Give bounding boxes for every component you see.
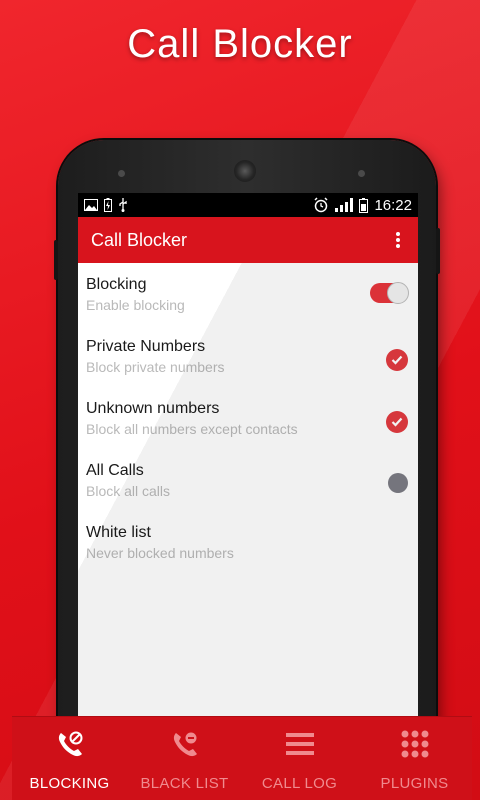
sensor-dot bbox=[118, 170, 125, 177]
alarm-icon bbox=[313, 197, 329, 213]
signal-icon bbox=[335, 198, 354, 212]
status-time: 16:22 bbox=[374, 196, 412, 214]
all-calls-checkbox[interactable] bbox=[388, 473, 408, 493]
app-title: Call Blocker bbox=[91, 229, 188, 250]
list-icon bbox=[285, 727, 314, 761]
setting-private-numbers[interactable]: Private Numbers Block private numbers bbox=[78, 325, 418, 387]
setting-title: White list bbox=[86, 524, 151, 541]
nav-label: CALL LOG bbox=[261, 775, 338, 792]
setting-title: All Calls bbox=[86, 462, 144, 479]
bottom-navigation: BLOCKING BLACK LIST CALL LOG PLUGINS bbox=[12, 716, 472, 800]
nav-label: BLOCKING bbox=[29, 775, 110, 792]
nav-call-log[interactable]: CALL LOG bbox=[242, 717, 357, 800]
app-bar: Call Blocker bbox=[78, 217, 418, 263]
battery-icon bbox=[359, 197, 369, 213]
setting-title: Private Numbers bbox=[86, 338, 206, 355]
promo-title: Call Blocker bbox=[127, 22, 353, 66]
overflow-menu-icon[interactable] bbox=[390, 229, 406, 251]
nav-blocking[interactable]: BLOCKING bbox=[12, 717, 127, 800]
setting-subtitle: Block all numbers except contacts bbox=[86, 421, 298, 437]
phone-screen: 16:22 Call Blocker Blocking Enable block… bbox=[78, 193, 418, 723]
nav-black-list[interactable]: BLACK LIST bbox=[127, 717, 242, 800]
setting-title: Blocking bbox=[86, 276, 147, 293]
setting-white-list[interactable]: White list Never blocked numbers bbox=[78, 511, 418, 573]
setting-blocking[interactable]: Blocking Enable blocking bbox=[78, 263, 418, 325]
setting-subtitle: Never blocked numbers bbox=[86, 545, 234, 561]
settings-list: Blocking Enable blocking Private Numbers… bbox=[78, 263, 418, 723]
phone-minus-icon bbox=[170, 727, 200, 761]
battery-charging-icon bbox=[104, 198, 112, 212]
setting-subtitle: Enable blocking bbox=[86, 297, 185, 313]
power-button bbox=[436, 228, 440, 274]
setting-title: Unknown numbers bbox=[86, 400, 220, 417]
private-numbers-checkbox[interactable] bbox=[386, 349, 408, 371]
usb-icon bbox=[118, 198, 128, 212]
setting-subtitle: Block private numbers bbox=[86, 359, 225, 375]
setting-all-calls[interactable]: All Calls Block all calls bbox=[78, 449, 418, 511]
front-camera bbox=[234, 160, 256, 182]
image-icon bbox=[84, 199, 98, 211]
setting-subtitle: Block all calls bbox=[86, 483, 171, 499]
phone-block-icon bbox=[55, 727, 85, 761]
nav-label: BLACK LIST bbox=[140, 775, 229, 792]
blocking-toggle[interactable] bbox=[370, 282, 409, 304]
sensor-dot bbox=[358, 170, 365, 177]
nav-plugins[interactable]: PLUGINS bbox=[357, 717, 472, 800]
nav-label: PLUGINS bbox=[380, 775, 449, 792]
unknown-numbers-checkbox[interactable] bbox=[386, 411, 408, 433]
status-bar: 16:22 bbox=[78, 193, 418, 217]
setting-unknown-numbers[interactable]: Unknown numbers Block all numbers except… bbox=[78, 387, 418, 449]
grid-icon bbox=[401, 727, 429, 761]
volume-button bbox=[54, 240, 58, 280]
